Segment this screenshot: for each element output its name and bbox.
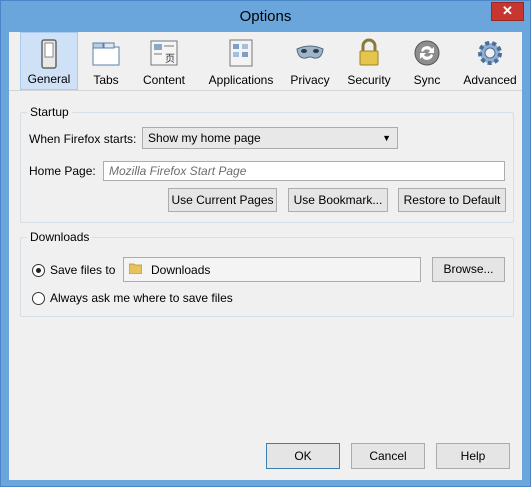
applications-icon xyxy=(229,39,253,67)
download-folder-field: Downloads xyxy=(123,257,421,282)
always-ask-radio[interactable] xyxy=(32,292,45,305)
tab-tabs[interactable]: Tabs xyxy=(79,32,133,90)
save-files-label[interactable]: Save files to xyxy=(50,263,115,277)
tab-security-label: Security xyxy=(347,73,391,87)
tab-advanced[interactable]: Advanced xyxy=(459,32,521,90)
svg-text:页: 页 xyxy=(165,53,175,65)
switch-icon xyxy=(41,39,57,69)
tab-applications-label: Applications xyxy=(208,73,274,87)
tab-advanced-label: Advanced xyxy=(463,73,517,87)
startup-group-title: Startup xyxy=(27,105,72,119)
download-folder-name: Downloads xyxy=(151,263,211,277)
when-starts-label: When Firefox starts: xyxy=(29,132,137,146)
when-starts-select[interactable]: Show my home page ▼ xyxy=(142,127,398,149)
help-button[interactable]: Help xyxy=(436,443,510,469)
tab-general-label: General xyxy=(27,72,71,86)
content-icon: 页 xyxy=(150,40,178,66)
use-current-pages-button[interactable]: Use Current Pages xyxy=(168,188,277,212)
tab-content-label: Content xyxy=(142,73,186,87)
home-page-input[interactable]: Mozilla Firefox Start Page xyxy=(103,161,505,181)
category-toolbar: General Tabs 页 Content Applications Priv… xyxy=(9,32,522,91)
home-page-label: Home Page: xyxy=(29,164,96,178)
chevron-down-icon: ▼ xyxy=(382,133,391,143)
tab-general[interactable]: General xyxy=(20,32,78,90)
tab-security[interactable]: Security xyxy=(341,32,397,90)
when-starts-value: Show my home page xyxy=(148,131,261,145)
downloads-group-title: Downloads xyxy=(27,230,93,244)
restore-default-button[interactable]: Restore to Default xyxy=(398,188,506,212)
tab-tabs-label: Tabs xyxy=(93,73,119,87)
tab-sync-label: Sync xyxy=(413,73,441,87)
save-files-radio[interactable] xyxy=(32,264,45,277)
folder-icon xyxy=(129,263,142,274)
tab-privacy-label: Privacy xyxy=(290,73,330,87)
tab-content[interactable]: 页 Content xyxy=(134,32,194,90)
dialog-content: General Tabs 页 Content Applications Priv… xyxy=(9,32,522,480)
sync-icon xyxy=(414,40,440,66)
options-window: Options ✕ General Tabs 页 Content Applica… xyxy=(0,0,531,487)
title-bar[interactable]: Options ✕ xyxy=(1,1,530,32)
startup-group: Startup When Firefox starts: Show my hom… xyxy=(20,105,514,223)
lock-icon xyxy=(359,38,379,66)
ok-button[interactable]: OK xyxy=(266,443,340,469)
use-bookmark-button[interactable]: Use Bookmark... xyxy=(288,188,388,212)
downloads-group: Downloads Save files to Downloads Browse… xyxy=(20,230,514,317)
window-title: Options xyxy=(239,8,292,25)
tab-sync[interactable]: Sync xyxy=(403,32,451,90)
close-button[interactable]: ✕ xyxy=(491,2,524,21)
browse-button[interactable]: Browse... xyxy=(432,257,505,282)
tab-privacy[interactable]: Privacy xyxy=(285,32,335,90)
gear-icon xyxy=(478,41,502,65)
mask-icon xyxy=(296,45,324,59)
tabs-icon xyxy=(92,42,120,66)
cancel-button[interactable]: Cancel xyxy=(351,443,425,469)
always-ask-label[interactable]: Always ask me where to save files xyxy=(50,291,233,305)
tab-applications[interactable]: Applications xyxy=(202,32,280,90)
